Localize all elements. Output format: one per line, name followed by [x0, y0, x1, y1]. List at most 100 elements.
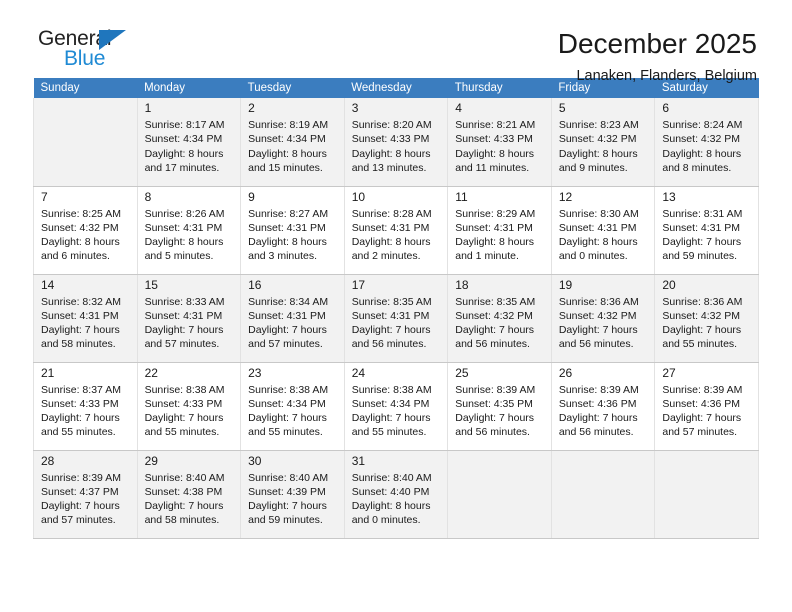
day-daylight2-text: and 55 minutes.	[248, 426, 323, 439]
calendar-day-cell[interactable]: 29 Sunrise: 8:40 AM Sunset: 4:38 PM Dayligh…	[136, 450, 242, 539]
day-number: 8	[144, 189, 152, 204]
calendar-day-cell[interactable]: 19 Sunrise: 8:36 AM Sunset: 4:32 PM Dayligh…	[550, 274, 656, 363]
day-cell-content: 11 Sunrise: 8:29 AM Sunset: 4:31 PM Dayligh…	[448, 187, 551, 264]
calendar-day-cell[interactable]: 2 Sunrise: 8:19 AM Sunset: 4:34 PM Daylight…	[240, 98, 345, 187]
calendar-day-cell[interactable]: 25 Sunrise: 8:39 AM Sunset: 4:35 PM Dayligh…	[447, 362, 552, 451]
calendar-day-cell[interactable]: 24 Sunrise: 8:38 AM Sunset: 4:34 PM Dayligh…	[343, 362, 449, 451]
day-sunrise-text: Sunrise: 8:26 AM	[144, 207, 225, 220]
day-number: 17	[351, 277, 366, 292]
day-number: 10	[351, 189, 366, 204]
calendar-day-cell[interactable]: 9 Sunrise: 8:27 AM Sunset: 4:31 PM Daylight…	[240, 186, 345, 275]
calendar-day-cell[interactable]: 8 Sunrise: 8:26 AM Sunset: 4:31 PM Daylight…	[136, 186, 242, 275]
day-number: 12	[558, 189, 573, 204]
day-number: 29	[144, 453, 158, 468]
calendar-day-cell[interactable]: 3 Sunrise: 8:20 AM Sunset: 4:33 PM Daylight…	[343, 98, 449, 187]
calendar-day-cell[interactable]: 5 Sunrise: 8:23 AM Sunset: 4:32 PM Daylight…	[550, 98, 656, 187]
day-cell-content: 16 Sunrise: 8:34 AM Sunset: 4:31 PM Dayligh…	[241, 275, 344, 352]
logo-text-blue: Blue	[64, 47, 106, 70]
day-daylight1-text: Daylight: 8 hours	[248, 236, 327, 249]
day-sunset-text: Sunset: 4:33 PM	[455, 133, 533, 146]
calendar-day-cell[interactable]: 20 Sunrise: 8:36 AM Sunset: 4:32 PM Dayligh…	[654, 274, 759, 363]
day-daylight2-text: and 58 minutes.	[41, 338, 116, 351]
day-cell-content: 7 Sunrise: 8:25 AM Sunset: 4:32 PM Daylight…	[34, 187, 137, 264]
calendar-day-cell[interactable]: 10 Sunrise: 8:28 AM Sunset: 4:31 PM Dayligh…	[343, 186, 449, 275]
day-sunrise-text: Sunrise: 8:19 AM	[248, 119, 329, 131]
weekday-header-thursday: Thursday	[447, 78, 552, 98]
day-sunset-text: Sunset: 4:32 PM	[662, 133, 741, 146]
day-sunset-text: Sunset: 4:31 PM	[558, 221, 637, 234]
day-number: 15	[144, 277, 158, 292]
calendar-day-cell[interactable]: 30 Sunrise: 8:40 AM Sunset: 4:39 PM Dayligh…	[240, 450, 345, 539]
day-daylight2-text: and 3 minutes.	[248, 250, 318, 263]
calendar-day-cell[interactable]: 28 Sunrise: 8:39 AM Sunset: 4:37 PM Dayligh…	[33, 450, 138, 539]
calendar-cell-empty	[550, 450, 656, 539]
day-sunrise-text: Sunrise: 8:38 AM	[144, 383, 225, 396]
calendar-day-cell[interactable]: 23 Sunrise: 8:38 AM Sunset: 4:34 PM Dayligh…	[240, 362, 345, 451]
calendar-day-cell[interactable]: 6 Sunrise: 8:24 AM Sunset: 4:32 PM Daylight…	[654, 98, 759, 187]
day-daylight1-text: Daylight: 8 hours	[351, 500, 431, 513]
day-cell-content: 24 Sunrise: 8:38 AM Sunset: 4:34 PM Dayligh…	[345, 363, 448, 440]
calendar-day-cell[interactable]: 18 Sunrise: 8:35 AM Sunset: 4:32 PM Dayligh…	[447, 274, 552, 363]
day-daylight2-text: and 56 minutes.	[455, 426, 530, 439]
calendar-day-cell[interactable]: 15 Sunrise: 8:33 AM Sunset: 4:31 PM Dayligh…	[136, 274, 242, 363]
day-daylight1-text: Daylight: 7 hours	[351, 324, 431, 337]
day-sunrise-text: Sunrise: 8:17 AM	[144, 119, 225, 131]
day-daylight1-text: Daylight: 7 hours	[41, 412, 120, 425]
day-sunset-text: Sunset: 4:37 PM	[41, 485, 119, 498]
day-daylight2-text: and 15 minutes.	[248, 161, 323, 174]
day-daylight1-text: Daylight: 7 hours	[144, 412, 224, 425]
calendar-day-cell[interactable]: 11 Sunrise: 8:29 AM Sunset: 4:31 PM Dayligh…	[447, 186, 552, 275]
day-sunrise-text: Sunrise: 8:20 AM	[351, 119, 432, 131]
calendar-week-row: 14 Sunrise: 8:32 AM Sunset: 4:31 PM Dayligh…	[33, 274, 759, 363]
day-sunrise-text: Sunrise: 8:39 AM	[662, 383, 743, 396]
page-header: General Blue December 2025 Lanaken, Flan…	[33, 0, 759, 85]
calendar-day-cell[interactable]: 13 Sunrise: 8:31 AM Sunset: 4:31 PM Dayligh…	[654, 186, 759, 275]
day-number: 6	[662, 101, 670, 115]
calendar-day-cell[interactable]: 22 Sunrise: 8:38 AM Sunset: 4:33 PM Dayligh…	[136, 362, 242, 451]
calendar-day-cell[interactable]: 16 Sunrise: 8:34 AM Sunset: 4:31 PM Dayligh…	[240, 274, 345, 363]
day-daylight1-text: Daylight: 7 hours	[248, 500, 327, 513]
day-sunset-text: Sunset: 4:32 PM	[558, 133, 637, 146]
day-sunset-text: Sunset: 4:38 PM	[144, 485, 223, 498]
day-daylight2-text: and 55 minutes.	[662, 338, 738, 351]
day-daylight2-text: and 6 minutes.	[41, 250, 110, 263]
day-number: 20	[662, 277, 676, 292]
day-daylight1-text: Daylight: 7 hours	[248, 412, 327, 425]
day-sunrise-text: Sunrise: 8:25 AM	[41, 207, 121, 220]
day-daylight2-text: and 9 minutes.	[558, 161, 628, 174]
day-sunrise-text: Sunrise: 8:39 AM	[41, 471, 121, 484]
day-number: 7	[41, 189, 48, 204]
day-cell-content: 18 Sunrise: 8:35 AM Sunset: 4:32 PM Dayligh…	[448, 275, 551, 352]
calendar-cell-empty	[447, 450, 552, 539]
calendar-week-row: 7 Sunrise: 8:25 AM Sunset: 4:32 PM Daylight…	[33, 186, 759, 275]
day-daylight1-text: Daylight: 7 hours	[662, 412, 742, 425]
day-number: 26	[558, 365, 573, 380]
calendar-day-cell[interactable]: 26 Sunrise: 8:39 AM Sunset: 4:36 PM Dayligh…	[550, 362, 656, 451]
day-sunset-text: Sunset: 4:36 PM	[662, 397, 741, 410]
calendar-day-cell[interactable]: 7 Sunrise: 8:25 AM Sunset: 4:32 PM Daylight…	[33, 186, 138, 275]
day-sunrise-text: Sunrise: 8:27 AM	[248, 207, 329, 220]
calendar-day-cell[interactable]: 31 Sunrise: 8:40 AM Sunset: 4:40 PM Dayligh…	[343, 450, 449, 539]
day-cell-content: 12 Sunrise: 8:30 AM Sunset: 4:31 PM Dayligh…	[552, 187, 655, 264]
day-daylight2-text: and 0 minutes.	[351, 514, 421, 527]
day-number: 2	[248, 101, 255, 115]
day-sunset-text: Sunset: 4:34 PM	[351, 397, 430, 410]
day-number: 16	[248, 277, 262, 292]
calendar-day-cell[interactable]: 27 Sunrise: 8:39 AM Sunset: 4:36 PM Dayligh…	[654, 362, 759, 451]
calendar-day-cell[interactable]: 21 Sunrise: 8:37 AM Sunset: 4:33 PM Dayligh…	[33, 362, 138, 451]
day-cell-content: 13 Sunrise: 8:31 AM Sunset: 4:31 PM Dayligh…	[655, 187, 758, 264]
day-daylight1-text: Daylight: 7 hours	[351, 412, 431, 425]
calendar-page: General Blue December 2025 Lanaken, Flan…	[0, 0, 792, 612]
calendar-cell-empty	[33, 98, 138, 187]
calendar-day-cell[interactable]: 1 Sunrise: 8:17 AM Sunset: 4:34 PM Daylight…	[136, 98, 242, 187]
calendar-day-cell[interactable]: 4 Sunrise: 8:21 AM Sunset: 4:33 PM Daylight…	[447, 98, 552, 187]
day-sunset-text: Sunset: 4:31 PM	[351, 309, 430, 322]
day-sunset-text: Sunset: 4:31 PM	[351, 221, 430, 234]
calendar-day-cell[interactable]: 12 Sunrise: 8:30 AM Sunset: 4:31 PM Dayligh…	[550, 186, 656, 275]
calendar-day-cell[interactable]: 14 Sunrise: 8:32 AM Sunset: 4:31 PM Dayligh…	[33, 274, 138, 363]
day-sunrise-text: Sunrise: 8:38 AM	[351, 383, 432, 396]
day-daylight2-text: and 5 minutes.	[144, 250, 214, 263]
day-sunrise-text: Sunrise: 8:21 AM	[455, 119, 536, 131]
day-cell-content: 3 Sunrise: 8:20 AM Sunset: 4:33 PM Daylight…	[345, 98, 448, 175]
calendar-day-cell[interactable]: 17 Sunrise: 8:35 AM Sunset: 4:31 PM Dayligh…	[343, 274, 449, 363]
